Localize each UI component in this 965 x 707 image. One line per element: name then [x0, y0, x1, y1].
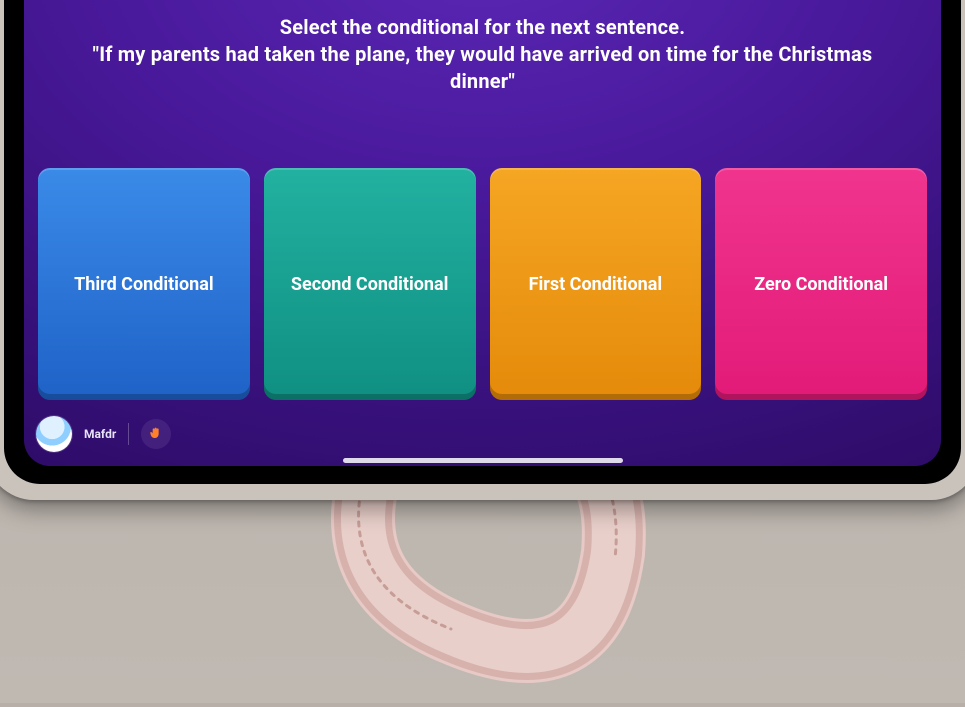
- question-prompt: Select the conditional for the next sent…: [280, 15, 686, 39]
- answer-option-1[interactable]: Third Conditional: [38, 168, 250, 400]
- raise-hand-button[interactable]: [141, 419, 171, 449]
- answer-grid: Third Conditional Second Conditional Fir…: [38, 168, 927, 400]
- answer-option-label: Third Conditional: [74, 274, 213, 295]
- answer-option-label: First Conditional: [529, 274, 662, 295]
- answer-option-label: Second Conditional: [291, 274, 448, 295]
- answer-option-3[interactable]: First Conditional: [490, 168, 702, 400]
- answer-option-label: Zero Conditional: [754, 274, 888, 295]
- answer-option-2[interactable]: Second Conditional: [264, 168, 476, 400]
- tablet-frame: Select the conditional for the next sent…: [0, 0, 965, 500]
- photo-background: Select the conditional for the next sent…: [0, 0, 965, 703]
- tablet-bezel: Select the conditional for the next sent…: [4, 0, 961, 484]
- question-sentence: "If my parents had taken the plane, they…: [93, 42, 873, 93]
- player-footer: Mafdr: [36, 412, 929, 456]
- question-text: Select the conditional for the next sent…: [24, 0, 941, 105]
- home-indicator[interactable]: [343, 458, 623, 463]
- raise-hand-icon: [148, 426, 164, 442]
- player-name: Mafdr: [84, 427, 116, 441]
- footer-divider: [128, 423, 129, 445]
- quiz-screen: Select the conditional for the next sent…: [24, 0, 941, 466]
- answer-option-4[interactable]: Zero Conditional: [715, 168, 927, 400]
- player-avatar[interactable]: [36, 416, 72, 452]
